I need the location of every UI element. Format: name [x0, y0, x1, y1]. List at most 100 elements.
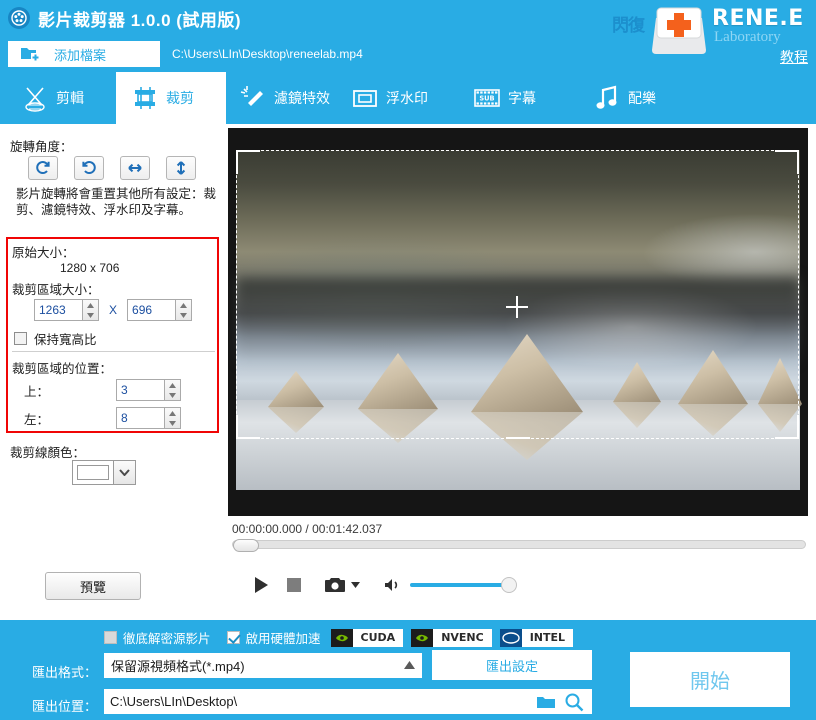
crop-settings-panel: 旋轉角度： 影片旋轉將會重置其他所有設定：裁剪、濾鏡特效、浮水印及字幕。 原始大… [0, 124, 224, 620]
crop-top-input[interactable] [116, 379, 164, 401]
video-preview-panel: 00:00:00.000 / 00:01:42.037 [224, 124, 816, 620]
export-location-input[interactable] [110, 694, 536, 709]
stop-icon [287, 578, 301, 592]
snapshot-dropdown-button[interactable] [351, 582, 360, 588]
volume-button[interactable] [384, 577, 402, 593]
rotate-right-button[interactable] [28, 156, 58, 180]
keep-ratio-checkbox[interactable] [14, 332, 27, 345]
flip-horizontal-button[interactable] [120, 156, 150, 180]
total-time: 00:01:42.037 [312, 522, 383, 536]
crop-top-row: 上： [8, 379, 181, 401]
crop-position-label: 裁剪區域的位置： [12, 362, 113, 376]
snapshot-button[interactable] [324, 576, 346, 594]
crop-handle-top-left-h[interactable] [236, 150, 260, 152]
chevron-down-icon[interactable] [113, 461, 135, 484]
tab-subtitle-label: 字幕 [508, 90, 536, 106]
magic-wand-icon [240, 86, 263, 106]
tutorial-link[interactable]: 教程 [780, 47, 808, 67]
crop-height-stepper[interactable] [127, 299, 193, 321]
decrypt-source-checkbox[interactable] [104, 631, 117, 644]
tab-bar: 剪輯 裁剪 濾鏡特效 浮水印 SUB 字幕 配樂 [0, 72, 816, 124]
tab-filter[interactable]: 濾鏡特效 [232, 72, 354, 124]
crop-left-up-arrow[interactable] [165, 408, 180, 418]
crop-left-down-arrow[interactable] [165, 418, 180, 428]
add-file-button[interactable]: 添加檔案 [8, 41, 160, 67]
crop-line-color-label: 裁剪線顏色： [10, 446, 86, 460]
crop-handle-bottom-center[interactable] [505, 437, 530, 439]
brand-logo: 閃復 RENE.E Laboratory [608, 2, 808, 58]
play-button[interactable] [252, 576, 270, 594]
crop-width-arrows[interactable] [82, 299, 99, 321]
play-icon [255, 577, 268, 593]
folder-icon[interactable] [536, 694, 556, 710]
seek-knob[interactable] [233, 539, 259, 552]
crop-size-inputs: X [34, 299, 193, 321]
decrypt-source-label: 徹底解密源影片 [123, 632, 211, 646]
hardware-accel-checkbox[interactable] [226, 631, 240, 644]
camera-icon [325, 578, 345, 592]
crop-width-stepper[interactable] [34, 299, 99, 321]
nvenc-badge: NVENC [411, 628, 492, 647]
crop-left-arrows[interactable] [164, 407, 181, 429]
hardware-accel-label: 啟用硬體加速 [245, 632, 321, 646]
tab-watermark-label: 浮水印 [386, 90, 428, 106]
crop-top-down-arrow[interactable] [165, 390, 180, 400]
flip-vertical-button[interactable] [166, 156, 196, 180]
crop-left-stepper[interactable] [116, 407, 181, 429]
rotate-hint-text: 影片旋轉將會重置其他所有設定：裁剪、濾鏡特效、浮水印及字幕。 [16, 187, 217, 217]
seek-bar[interactable] [232, 539, 806, 552]
crop-width-input[interactable] [34, 299, 82, 321]
tab-edit[interactable]: 剪輯 [8, 72, 116, 124]
svg-text:SUB: SUB [479, 95, 494, 103]
crop-height-down-arrow[interactable] [176, 310, 191, 320]
crop-handle-bottom-left[interactable] [236, 415, 238, 439]
tab-watermark[interactable]: 浮水印 [344, 72, 452, 124]
preview-button[interactable]: 預覽 [45, 572, 141, 600]
time-separator: / [305, 522, 309, 536]
brand-name: RENE.E [712, 6, 804, 31]
search-icon[interactable] [564, 692, 584, 712]
add-file-label: 添加檔案 [54, 47, 107, 63]
tab-subtitle[interactable]: SUB 字幕 [466, 72, 562, 124]
crop-handle-top-left[interactable] [236, 150, 238, 174]
stop-button[interactable] [286, 577, 302, 593]
crop-top-arrows[interactable] [164, 379, 181, 401]
nvenc-badge-label: NVENC [433, 628, 492, 647]
rotate-left-button[interactable] [74, 156, 104, 180]
crop-top-stepper[interactable] [116, 379, 181, 401]
crop-height-input[interactable] [127, 299, 176, 321]
volume-slider[interactable] [410, 577, 517, 593]
crop-left-input[interactable] [116, 407, 164, 429]
tab-crop[interactable]: 裁剪 [116, 72, 226, 124]
crop-line-color-select[interactable] [72, 460, 136, 485]
crop-left-label: 左： [24, 412, 50, 427]
crop-handle-bottom-right[interactable] [797, 415, 799, 439]
crop-height-arrows[interactable] [175, 299, 193, 321]
crop-selection-rect[interactable] [236, 150, 799, 439]
caret-up-icon[interactable] [404, 661, 415, 669]
export-location-field[interactable] [104, 689, 592, 714]
intel-icon [499, 628, 522, 647]
crop-width-up-arrow[interactable] [83, 300, 98, 310]
crop-height-up-arrow[interactable] [176, 300, 191, 310]
tab-filter-label: 濾鏡特效 [274, 90, 330, 106]
acceleration-options: 徹底解密源影片 啟用硬體加速 CUDA NVENC INTEL [104, 628, 581, 647]
volume-knob[interactable] [501, 577, 517, 593]
crop-top-label: 上： [24, 384, 50, 399]
tab-soundtrack[interactable]: 配樂 [586, 72, 682, 124]
export-settings-button[interactable]: 匯出設定 [432, 650, 592, 680]
crop-size-highlight-box: 原始大小： 1280 x 706 裁剪區域大小： X 保持 [6, 237, 219, 433]
crop-handle-bottom-left-h[interactable] [236, 437, 260, 439]
crop-handle-top-right[interactable] [797, 150, 799, 174]
start-button[interactable]: 開始 [630, 652, 790, 707]
video-canvas[interactable] [228, 128, 808, 516]
speaker-icon [385, 579, 398, 591]
brand-behind-text: 閃復 [612, 16, 645, 35]
crop-width-down-arrow[interactable] [83, 310, 98, 320]
export-format-select[interactable]: 保留源視頻格式(*.mp4) [104, 653, 422, 678]
keep-ratio-row[interactable]: 保持寬高比 [14, 329, 97, 348]
crop-handle-bottom-right-h[interactable] [775, 437, 799, 439]
crop-top-up-arrow[interactable] [165, 380, 180, 390]
rotate-left-icon [82, 161, 96, 174]
crop-handle-top-right-h[interactable] [775, 150, 799, 152]
